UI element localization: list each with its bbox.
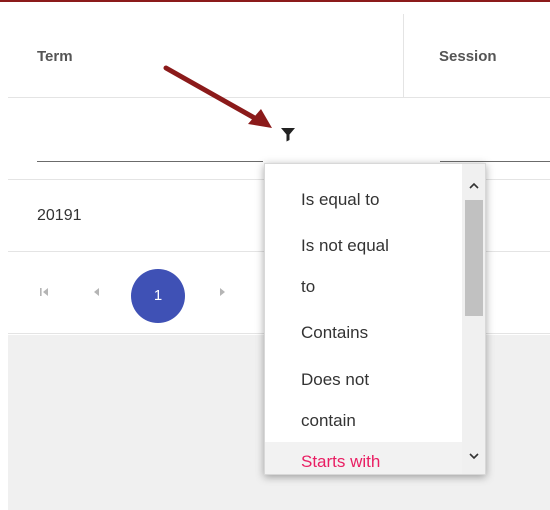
option-starts-with[interactable]: Starts with xyxy=(265,442,462,474)
column-header-session[interactable]: Session xyxy=(439,48,497,65)
option-contains[interactable]: Contains xyxy=(265,313,462,353)
filter-icon xyxy=(281,128,295,142)
column-header-term[interactable]: Term xyxy=(37,48,73,65)
scroll-up-button[interactable] xyxy=(468,178,480,189)
dropdown-scrollbar[interactable] xyxy=(462,164,485,474)
option-is-equal-to[interactable]: Is equal to xyxy=(265,180,462,220)
filter-operator-list: Is equal to Is not equal to Contains Doe… xyxy=(265,164,462,474)
column-divider xyxy=(403,14,404,98)
filter-button[interactable] xyxy=(279,125,297,143)
caret-left-icon xyxy=(94,288,99,296)
annotation-arrow xyxy=(163,65,272,128)
option-does-not-contain[interactable]: Does not xyxy=(265,360,462,400)
option-is-not-equal-to[interactable]: Is not equal xyxy=(265,226,462,266)
first-page-icon xyxy=(40,288,48,296)
previous-page-button[interactable] xyxy=(89,285,103,299)
caret-right-icon xyxy=(220,288,225,296)
filter-operator-dropdown: Is equal to Is not equal to Contains Doe… xyxy=(264,163,486,475)
page-number-button[interactable]: 1 xyxy=(131,269,185,323)
option-is-not-equal-to-cont[interactable]: to xyxy=(265,267,462,307)
next-page-button[interactable] xyxy=(216,285,230,299)
session-filter-input[interactable] xyxy=(440,98,550,162)
cell-term: 20191 xyxy=(37,207,82,224)
scroll-down-button[interactable] xyxy=(468,448,480,460)
chevron-up-icon xyxy=(469,182,479,189)
first-page-button[interactable] xyxy=(37,285,51,299)
chevron-down-icon xyxy=(469,453,479,460)
scroll-thumb[interactable] xyxy=(465,200,483,316)
option-does-not-contain-cont[interactable]: contain xyxy=(265,401,462,441)
